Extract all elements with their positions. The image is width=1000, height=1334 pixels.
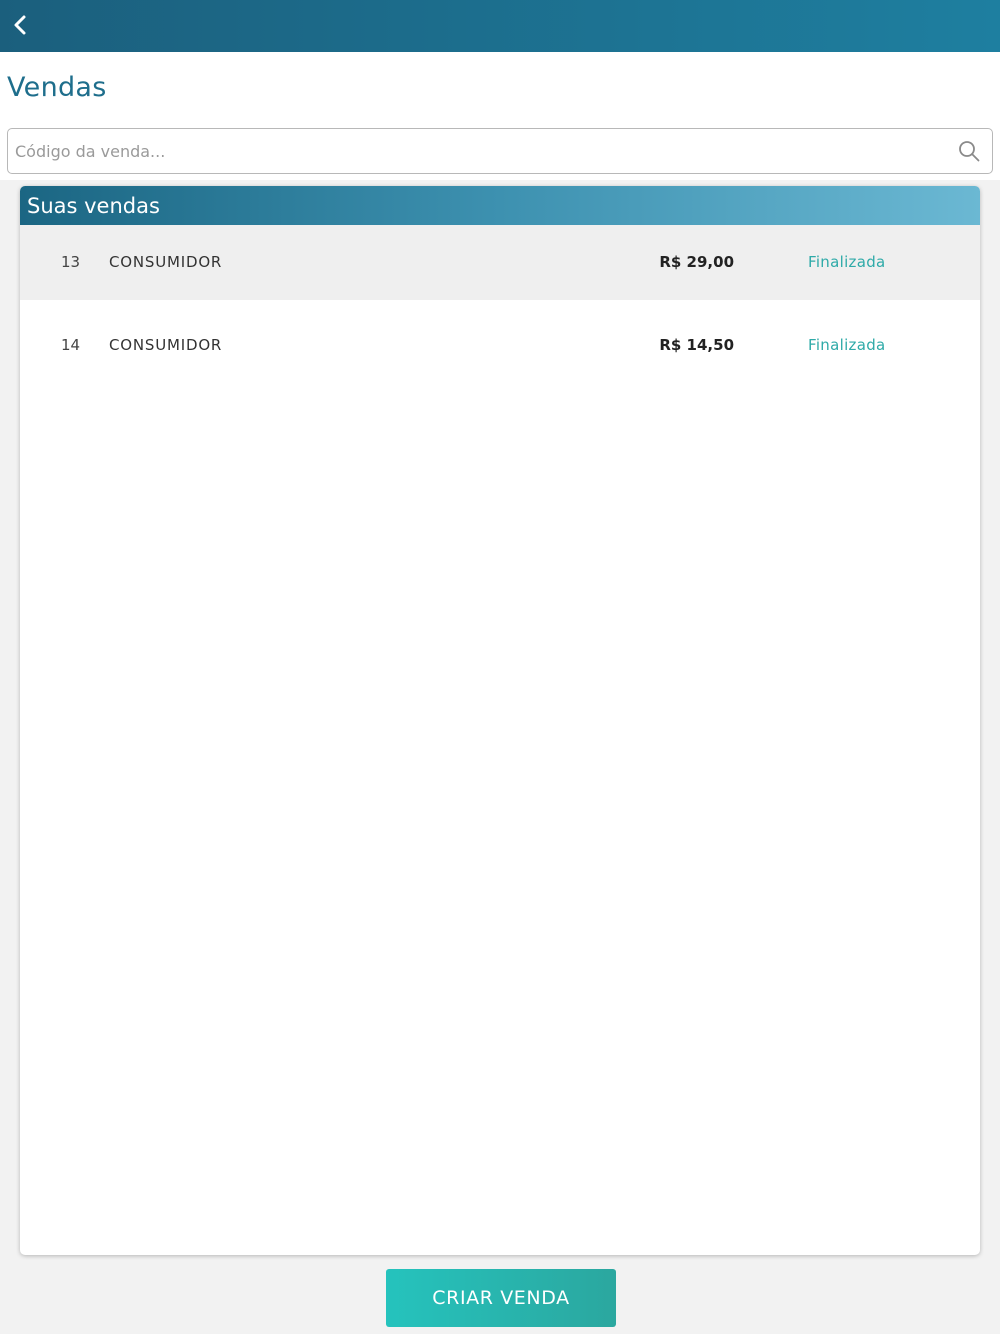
search-icon[interactable]: [958, 140, 980, 162]
header-area: Vendas: [0, 52, 1000, 180]
sale-row[interactable]: 13 CONSUMIDOR R$ 29,00 Finalizada: [20, 225, 980, 300]
sale-status: Finalizada: [808, 253, 886, 271]
sale-status: Finalizada: [808, 336, 886, 354]
back-button[interactable]: [6, 10, 34, 40]
sales-panel: Suas vendas 13 CONSUMIDOR R$ 29,00 Final…: [20, 186, 980, 1255]
sales-panel-title: Suas vendas: [20, 186, 980, 225]
sale-client: CONSUMIDOR: [109, 253, 223, 271]
sale-client: CONSUMIDOR: [109, 336, 223, 354]
chevron-left-icon: [14, 15, 26, 35]
sale-code: 13: [61, 253, 81, 271]
sale-row[interactable]: 14 CONSUMIDOR R$ 14,50 Finalizada: [20, 308, 980, 383]
page-title: Vendas: [7, 72, 107, 103]
top-app-bar: [0, 0, 1000, 52]
sale-code: 14: [61, 336, 81, 354]
sale-value: R$ 29,00: [659, 253, 734, 271]
sale-value: R$ 14,50: [659, 336, 734, 354]
create-sale-button[interactable]: CRIAR VENDA: [386, 1269, 616, 1327]
search-box: [7, 128, 993, 174]
search-input[interactable]: [8, 129, 948, 173]
